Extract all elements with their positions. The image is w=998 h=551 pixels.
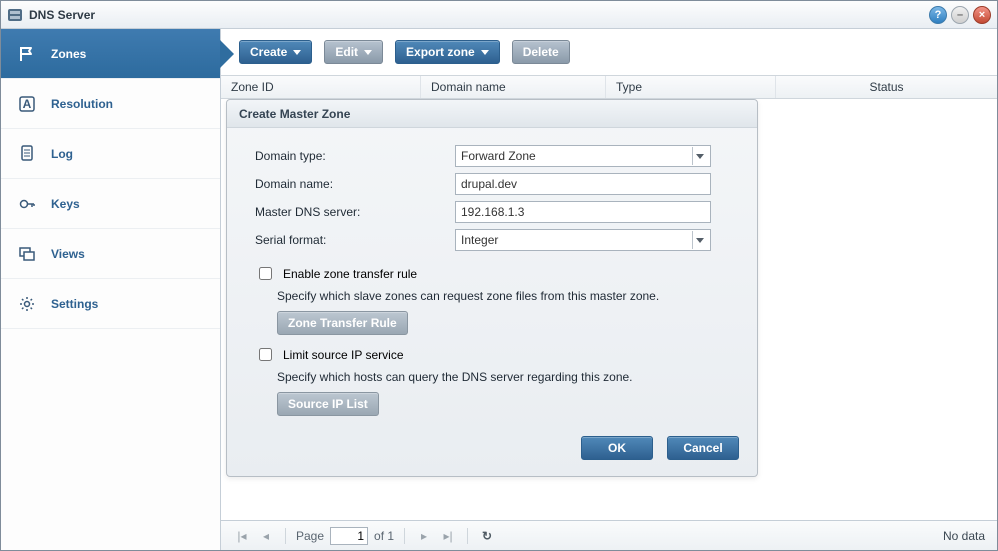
domain-type-label: Domain type: — [255, 149, 455, 163]
edit-button[interactable]: Edit — [324, 40, 383, 64]
sidebar-item-label: Log — [51, 147, 73, 161]
column-type[interactable]: Type — [606, 76, 776, 98]
log-icon — [17, 144, 37, 164]
separator — [285, 528, 286, 544]
sidebar-item-keys[interactable]: Keys — [1, 179, 220, 229]
sidebar-item-settings[interactable]: Settings — [1, 279, 220, 329]
chevron-down-icon — [293, 50, 301, 55]
views-icon — [17, 244, 37, 264]
cancel-button[interactable]: Cancel — [667, 436, 739, 460]
help-button[interactable]: ? — [929, 6, 947, 24]
sidebar-item-label: Resolution — [51, 97, 113, 111]
page-number-input[interactable] — [330, 527, 368, 545]
window-title: DNS Server — [29, 8, 929, 22]
last-page-button: ▸| — [439, 527, 457, 545]
limit-source-ip-label: Limit source IP service — [283, 348, 404, 362]
edit-button-label: Edit — [335, 45, 358, 59]
page-label: Page — [296, 529, 324, 543]
create-button[interactable]: Create — [239, 40, 312, 64]
gear-icon — [17, 294, 37, 314]
limit-source-ip-checkbox[interactable] — [259, 348, 272, 361]
dialog-title: Create Master Zone — [227, 100, 757, 128]
sidebar-item-views[interactable]: Views — [1, 229, 220, 279]
grid-body: Create Master Zone Domain type: Forward … — [221, 99, 997, 520]
create-button-label: Create — [250, 45, 287, 59]
master-dns-input[interactable] — [455, 201, 711, 223]
zone-transfer-description: Specify which slave zones can request zo… — [277, 289, 729, 303]
serial-format-select[interactable]: Integer — [455, 229, 711, 251]
no-data-label: No data — [943, 529, 985, 543]
minimize-button[interactable]: – — [951, 6, 969, 24]
sidebar-item-label: Settings — [51, 297, 98, 311]
serial-format-label: Serial format: — [255, 233, 455, 247]
next-page-button: ▸ — [415, 527, 433, 545]
sidebar-item-resolution[interactable]: A Resolution — [1, 79, 220, 129]
source-ip-list-label: Source IP List — [288, 397, 368, 411]
master-dns-label: Master DNS server: — [255, 205, 455, 219]
serial-format-value: Integer — [461, 233, 498, 247]
sidebar-item-label: Zones — [51, 47, 86, 61]
domain-name-input[interactable] — [455, 173, 711, 195]
app-icon — [7, 7, 23, 23]
delete-button[interactable]: Delete — [512, 40, 570, 64]
enable-zone-transfer-checkbox[interactable] — [259, 267, 272, 280]
export-zone-label: Export zone — [406, 45, 475, 59]
grid-header: Zone ID Domain name Type Status — [221, 75, 997, 99]
main-panel: Create Edit Export zone Delete Zone ID D… — [221, 29, 997, 550]
toolbar: Create Edit Export zone Delete — [221, 29, 997, 75]
chevron-down-icon — [364, 50, 372, 55]
zone-transfer-rule-button[interactable]: Zone Transfer Rule — [277, 311, 408, 335]
prev-page-button: ◂ — [257, 527, 275, 545]
export-zone-button[interactable]: Export zone — [395, 40, 500, 64]
domain-type-select[interactable]: Forward Zone — [455, 145, 711, 167]
domain-type-value: Forward Zone — [461, 149, 536, 163]
separator — [404, 528, 405, 544]
first-page-button: |◂ — [233, 527, 251, 545]
column-status[interactable]: Status — [776, 76, 997, 98]
enable-zone-transfer-label: Enable zone transfer rule — [283, 267, 417, 281]
zone-transfer-rule-label: Zone Transfer Rule — [288, 316, 397, 330]
sidebar-item-log[interactable]: Log — [1, 129, 220, 179]
source-ip-list-button[interactable]: Source IP List — [277, 392, 379, 416]
ok-button[interactable]: OK — [581, 436, 653, 460]
domain-name-label: Domain name: — [255, 177, 455, 191]
titlebar: DNS Server ? – × — [1, 1, 997, 29]
sidebar: Zones A Resolution Log Keys Views Settin… — [1, 29, 221, 550]
ok-button-label: OK — [608, 441, 626, 455]
flag-icon — [17, 44, 37, 64]
page-of-label: of 1 — [374, 529, 394, 543]
column-zone-id[interactable]: Zone ID — [221, 76, 421, 98]
refresh-button[interactable]: ↻ — [478, 527, 496, 545]
sidebar-item-label: Keys — [51, 197, 80, 211]
column-domain-name[interactable]: Domain name — [421, 76, 606, 98]
close-button[interactable]: × — [973, 6, 991, 24]
separator — [467, 528, 468, 544]
create-master-zone-dialog: Create Master Zone Domain type: Forward … — [226, 99, 758, 477]
resolution-icon: A — [17, 94, 37, 114]
titlebar-buttons: ? – × — [929, 6, 991, 24]
chevron-down-icon — [481, 50, 489, 55]
app-window: DNS Server ? – × Zones A Resolution Log — [0, 0, 998, 551]
limit-source-description: Specify which hosts can query the DNS se… — [277, 370, 729, 384]
svg-text:A: A — [23, 97, 32, 111]
chevron-down-icon — [692, 231, 706, 249]
sidebar-item-label: Views — [51, 247, 85, 261]
cancel-button-label: Cancel — [683, 441, 722, 455]
chevron-down-icon — [692, 147, 706, 165]
sidebar-item-zones[interactable]: Zones — [1, 29, 220, 79]
statusbar: |◂ ◂ Page of 1 ▸ ▸| ↻ No data — [221, 520, 997, 550]
key-icon — [17, 194, 37, 214]
delete-button-label: Delete — [523, 45, 559, 59]
